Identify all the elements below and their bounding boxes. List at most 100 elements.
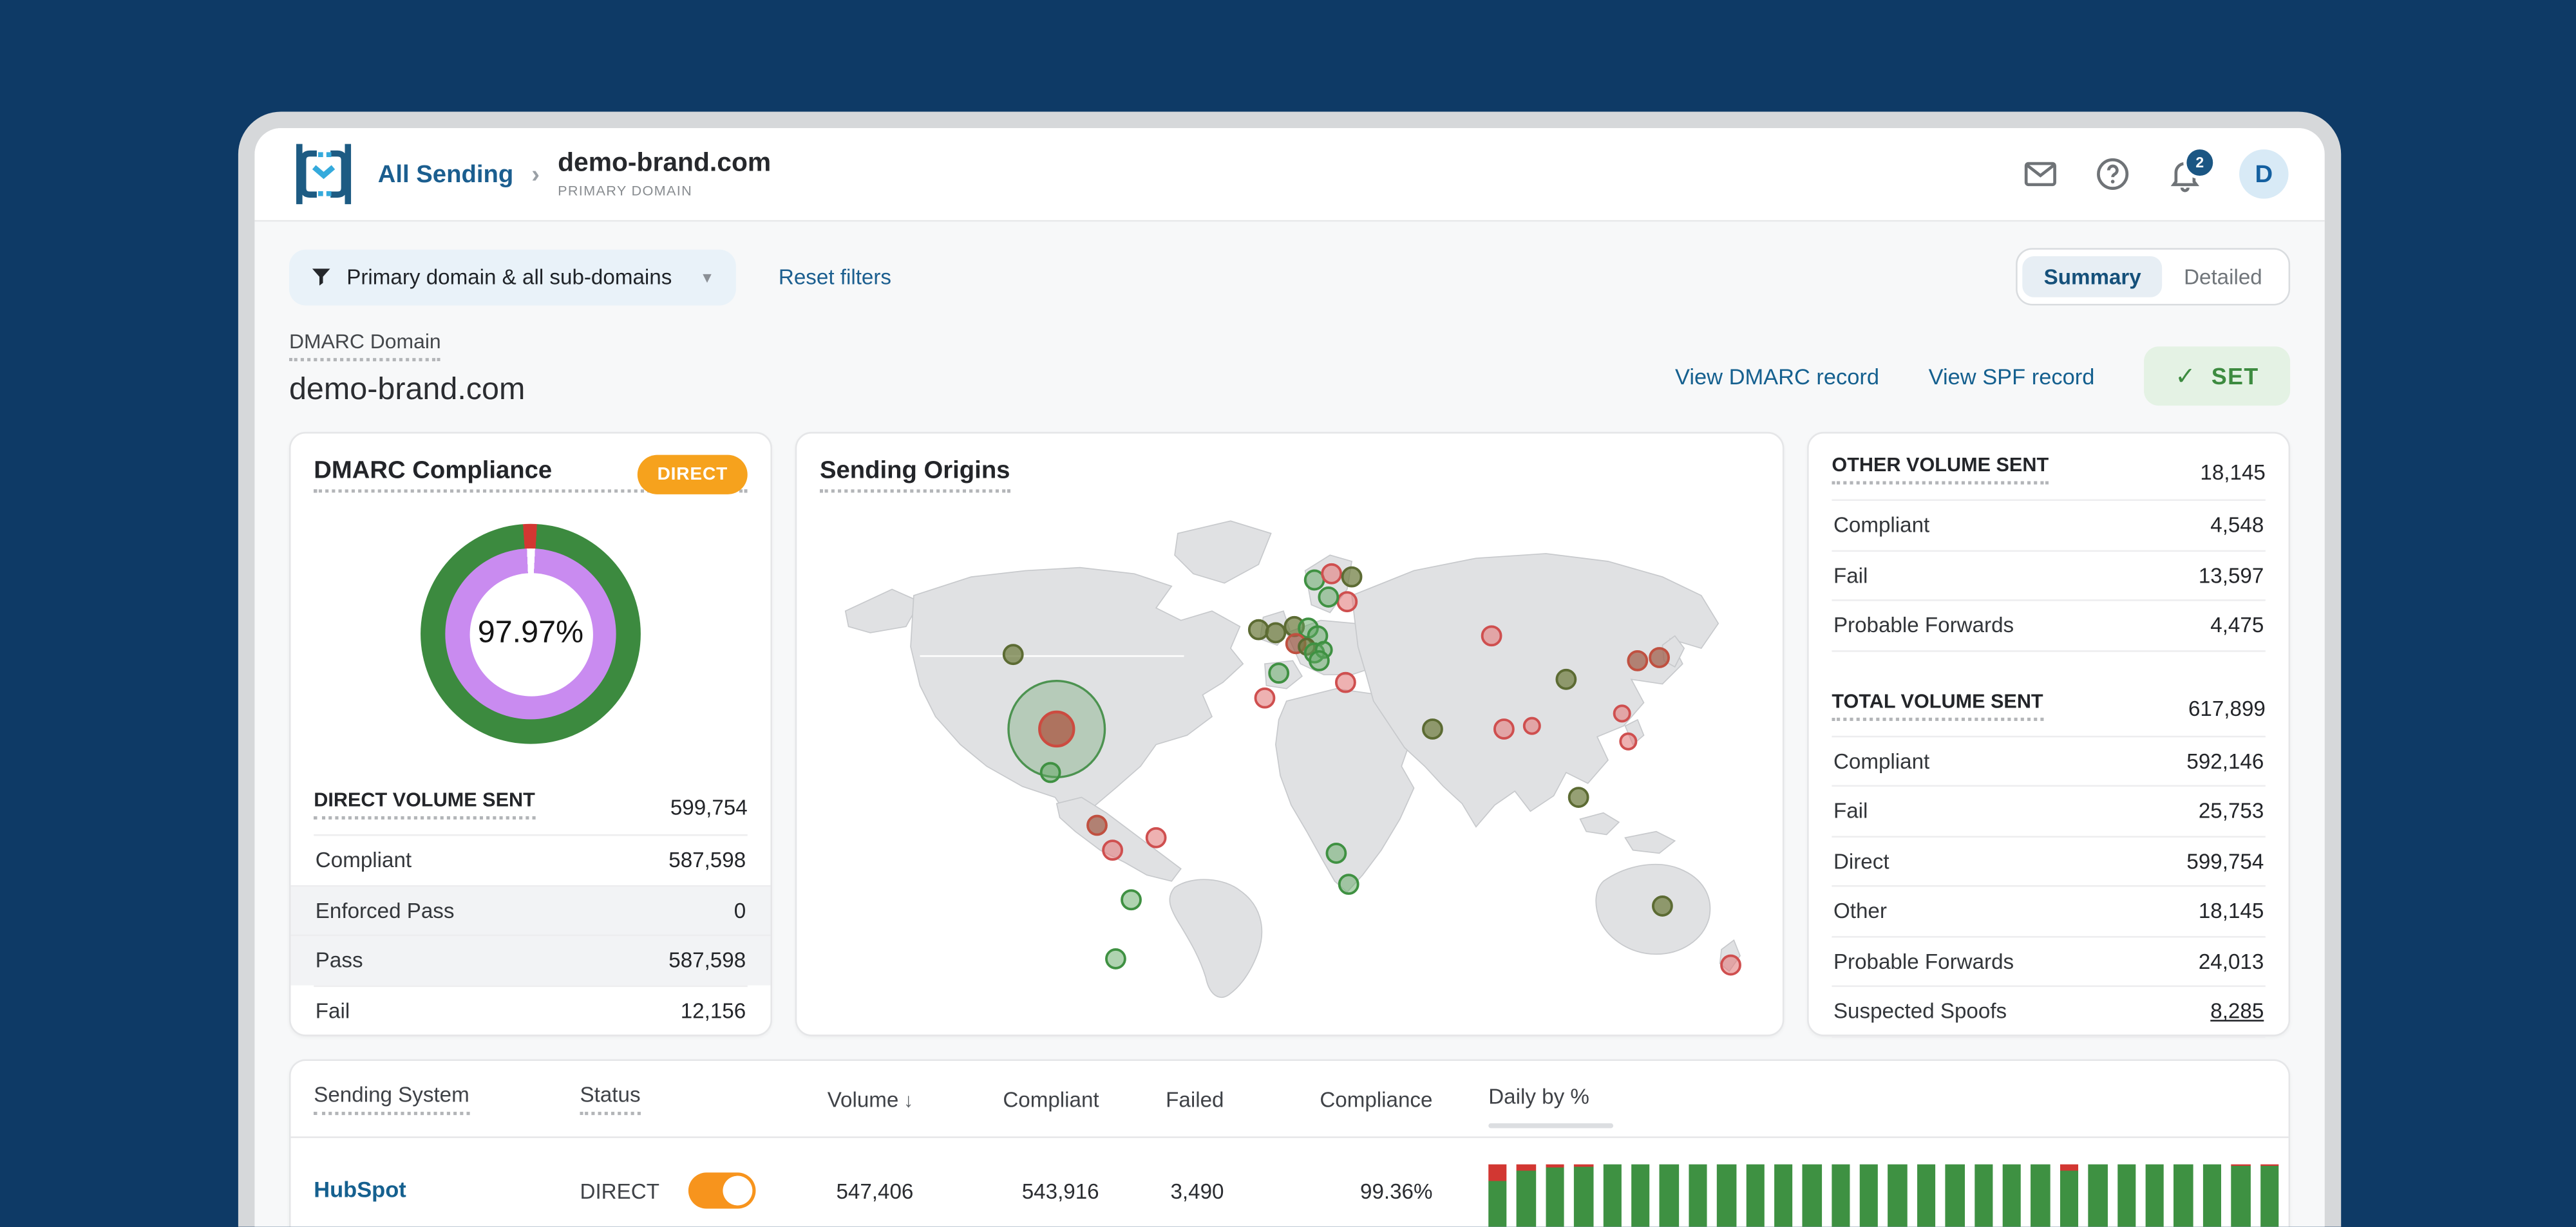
compliance-donut-chart: 97.97% <box>421 523 641 744</box>
notifications-bell-icon[interactable]: 2 <box>2167 146 2217 192</box>
col-compliant[interactable]: Compliant <box>913 1086 1099 1110</box>
table-row: Fail 25,753 <box>1832 785 2266 835</box>
breadcrumb-chevron-icon: › <box>531 160 540 189</box>
table-row: Compliant 4,548 <box>1832 499 2266 550</box>
origin-dot-uk[interactable] <box>1265 622 1287 644</box>
daily-bar <box>1745 1164 1765 1227</box>
daily-bar <box>2002 1164 2022 1227</box>
mail-icon[interactable] <box>2022 156 2058 192</box>
origin-dot-sweden-south[interactable] <box>1318 586 1340 608</box>
origin-dot-japan[interactable] <box>1649 647 1670 668</box>
daily-bar <box>1545 1164 1565 1227</box>
header-actions: 2 D <box>2022 146 2289 199</box>
row-label: Pass <box>315 948 363 973</box>
daily-bar <box>1602 1164 1622 1227</box>
origin-dot-baltics[interactable] <box>1336 591 1358 613</box>
row-value: 587,598 <box>668 948 746 973</box>
table-row: Compliant 592,146 <box>1832 735 2266 785</box>
sending-system-link[interactable]: HubSpot <box>314 1177 406 1202</box>
breadcrumb-domain-name: demo-brand.com <box>558 149 772 178</box>
origin-dot-argentina[interactable] <box>1121 889 1142 911</box>
origin-dot-kazakhstan[interactable] <box>1481 625 1502 647</box>
help-icon[interactable] <box>2095 156 2131 192</box>
col-status[interactable]: Status <box>580 1082 641 1116</box>
domain-section: DMARC Domain demo-brand.com View DMARC r… <box>289 327 2291 409</box>
view-spf-record-link[interactable]: View SPF record <box>1929 364 2095 388</box>
system-toggle[interactable] <box>688 1172 757 1209</box>
origin-dot-china[interactable] <box>1555 668 1577 690</box>
origin-dot-spain[interactable] <box>1268 662 1290 684</box>
origin-dot-south-africa[interactable] <box>1338 874 1359 895</box>
origins-card-title: Sending Origins <box>819 456 1010 493</box>
origin-dot-taiwan[interactable] <box>1613 704 1631 723</box>
row-label: Other <box>1833 899 1887 924</box>
origin-dot-us-center[interactable] <box>1038 710 1075 748</box>
origin-dot-south-africa-north[interactable] <box>1325 843 1347 864</box>
dmarc-set-button[interactable]: ✓ SET <box>2143 346 2291 406</box>
notification-count-badge: 2 <box>2183 146 2217 180</box>
suspected-spoofs-link[interactable]: 8,285 <box>2210 999 2264 1024</box>
origin-dot-peru[interactable] <box>1102 839 1123 861</box>
origin-dot-philippines[interactable] <box>1619 732 1638 751</box>
origin-dot-greece[interactable] <box>1334 671 1356 693</box>
origin-dot-australia[interactable] <box>1651 895 1673 917</box>
origin-dot-mexico[interactable] <box>1039 762 1061 783</box>
row-value: 592,146 <box>2186 748 2264 773</box>
origin-dot-ecuador[interactable] <box>1086 814 1108 836</box>
dmarcian-logo <box>296 144 352 205</box>
total-volume-header: TOTAL VOLUME SENT <box>1832 689 2043 720</box>
domain-actions: View DMARC record View SPF record ✓ SET <box>1675 346 2291 409</box>
origin-dot-chile-south[interactable] <box>1105 948 1126 969</box>
origin-dot-korea[interactable] <box>1627 650 1649 671</box>
row-value: 4,475 <box>2210 613 2264 638</box>
screenshot-stage: All Sending › demo-brand.com PRIMARY DOM… <box>0 0 2576 1227</box>
dmarc-compliance-card: DMARC Compliance DIRECT 97.97% DIRECT VO… <box>289 431 772 1036</box>
check-icon: ✓ <box>2175 362 2197 391</box>
col-volume[interactable]: Volume ↓ <box>790 1086 914 1110</box>
daily-bar <box>1517 1164 1536 1227</box>
domain-filter-dropdown[interactable]: Primary domain & all sub-domains ▼ <box>289 248 736 305</box>
origin-dot-ireland[interactable] <box>1247 619 1269 641</box>
origin-dot-sweden[interactable] <box>1321 563 1343 585</box>
row-value: 13,597 <box>2198 563 2264 588</box>
tab-detailed[interactable]: Detailed <box>2163 256 2284 297</box>
daily-bar <box>1946 1164 1965 1227</box>
row-label: Fail <box>1833 563 1868 588</box>
reset-filters-link[interactable]: Reset filters <box>779 265 891 289</box>
origin-dot-brazil[interactable] <box>1145 827 1167 848</box>
origin-dot-bangladesh[interactable] <box>1522 717 1541 735</box>
origin-dot-uae[interactable] <box>1422 718 1443 740</box>
daily-bar <box>1774 1164 1793 1227</box>
origin-dot-india[interactable] <box>1493 718 1515 740</box>
other-volume-header: OTHER VOLUME SENT <box>1832 453 2049 485</box>
origin-dot-italy-north[interactable] <box>1308 650 1330 671</box>
origin-dot-new-zealand[interactable] <box>1720 954 1741 976</box>
origin-dot-canada[interactable] <box>1002 644 1024 666</box>
daily-bar <box>1888 1164 1908 1227</box>
origin-dot-norway[interactable] <box>1303 569 1325 591</box>
col-compliance[interactable]: Compliance <box>1224 1086 1432 1110</box>
compliance-percent: 97.97% <box>469 572 592 696</box>
compliant-value: 543,916 <box>1021 1178 1099 1203</box>
breadcrumb-all-sending[interactable]: All Sending <box>378 160 513 188</box>
total-volume-value: 617,899 <box>2188 695 2266 720</box>
table-row: Compliant 587,598 <box>314 834 748 885</box>
col-sending-system[interactable]: Sending System <box>314 1082 469 1116</box>
table-row: Pass 587,598 <box>290 934 771 985</box>
col-failed[interactable]: Failed <box>1099 1086 1224 1110</box>
dmarc-domain-label: DMARC Domain <box>289 330 441 362</box>
origin-dot-morocco[interactable] <box>1254 687 1276 709</box>
tab-summary[interactable]: Summary <box>2022 256 2163 297</box>
origin-dot-singapore[interactable] <box>1567 787 1589 808</box>
daily-chart-scrollbar[interactable] <box>1488 1123 1614 1129</box>
daily-bar <box>2117 1164 2136 1227</box>
table-row: Fail 13,597 <box>1832 549 2266 599</box>
daily-bar <box>2088 1164 2107 1227</box>
avatar[interactable]: D <box>2239 149 2289 199</box>
row-label: Compliant <box>1833 512 1930 538</box>
origin-dot-finland[interactable] <box>1341 566 1363 588</box>
daily-bar <box>2202 1164 2222 1227</box>
col-daily-by-pct[interactable]: Daily by % <box>1488 1084 1589 1109</box>
view-dmarc-record-link[interactable]: View DMARC record <box>1675 364 1879 388</box>
cards-row: DMARC Compliance DIRECT 97.97% DIRECT VO… <box>289 431 2291 1037</box>
